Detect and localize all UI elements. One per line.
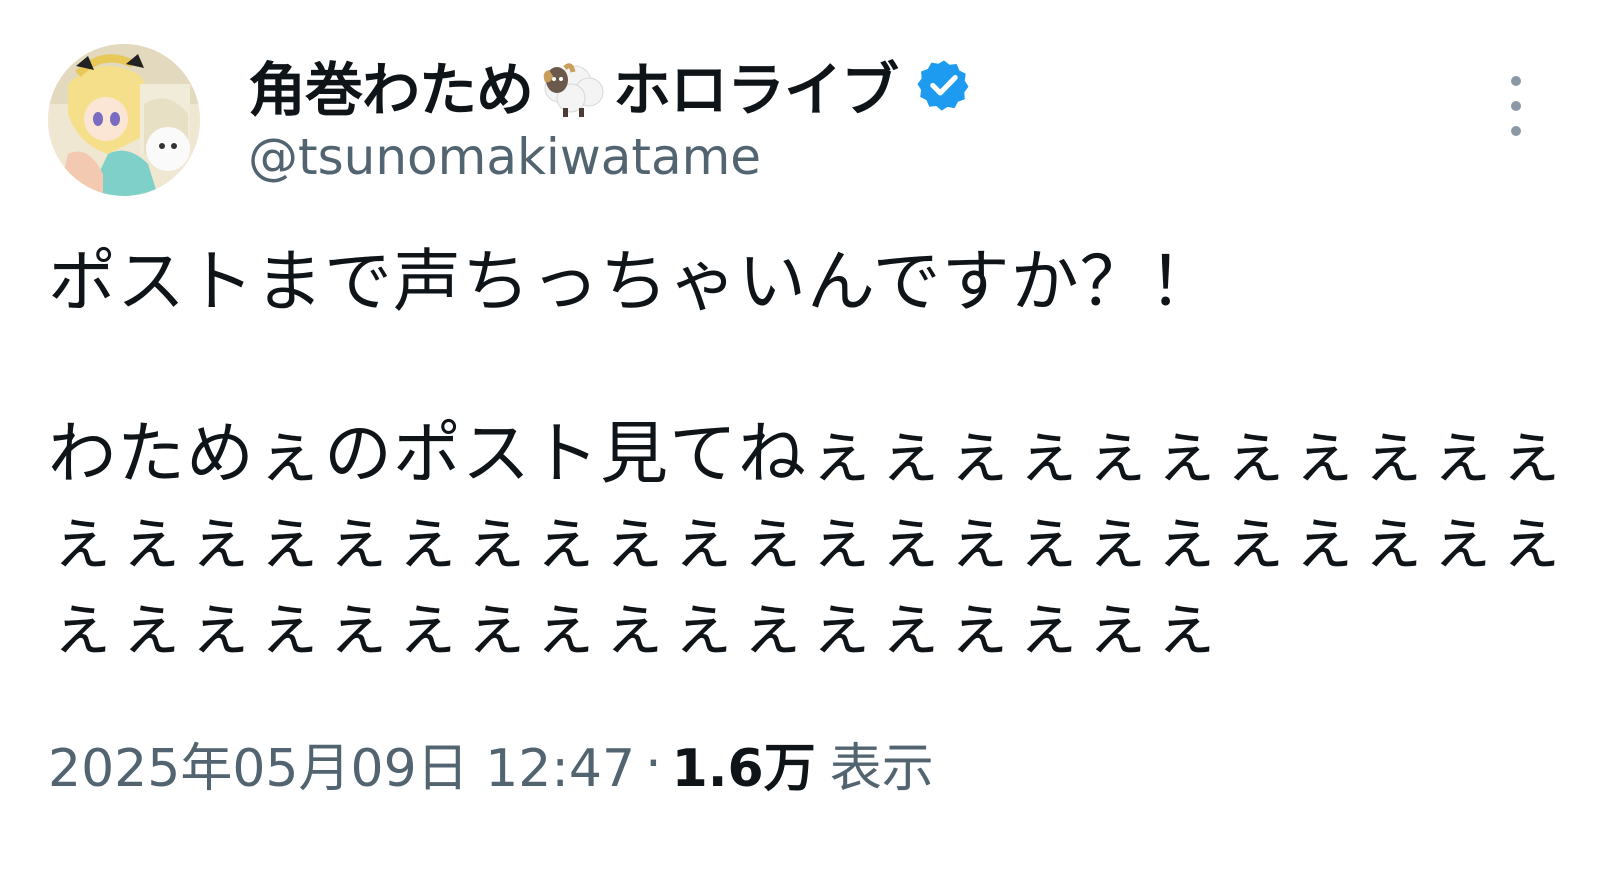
post-card: 角巻わため ホロライブ @tsunomakiwatame ポストまで声ちっちゃい… bbox=[0, 0, 1624, 869]
more-dot bbox=[1511, 101, 1521, 111]
post-text-line: わためぇのポスト見てねぇぇぇぇぇぇぇぇぇぇぇぇぇぇぇぇぇぇぇぇぇぇぇぇぇぇぇぇぇ… bbox=[48, 415, 1567, 666]
meta-separator: · bbox=[645, 733, 662, 794]
user-handle[interactable]: @tsunomakiwatame bbox=[248, 128, 972, 186]
views-count: 1.6万 bbox=[671, 739, 816, 799]
display-name[interactable]: 角巻わため bbox=[248, 43, 534, 127]
post-meta: 2025年05月09日 12:47 · 1.6万 表示 bbox=[48, 726, 934, 801]
display-name-suffix[interactable]: ホロライブ bbox=[613, 43, 899, 127]
post-timestamp[interactable]: 2025年05月09日 12:47 bbox=[48, 726, 635, 801]
views-label: 表示 bbox=[829, 739, 934, 799]
more-vertical-icon[interactable] bbox=[1492, 76, 1540, 136]
avatar[interactable] bbox=[48, 44, 200, 196]
sheep-icon bbox=[537, 52, 609, 118]
more-dot bbox=[1511, 76, 1521, 86]
more-dot bbox=[1511, 126, 1521, 136]
post-header: 角巻わため ホロライブ @tsunomakiwatame bbox=[248, 44, 972, 186]
name-row: 角巻わため ホロライブ bbox=[248, 44, 972, 126]
verified-badge-icon bbox=[916, 57, 972, 113]
post-text-line: ポストまで声ちっちゃいんですか？！ bbox=[48, 243, 1218, 322]
post-text: ポストまで声ちっちゃいんですか？！ わためぇのポスト見てねぇぇぇぇぇぇぇぇぇぇぇ… bbox=[48, 240, 1568, 670]
